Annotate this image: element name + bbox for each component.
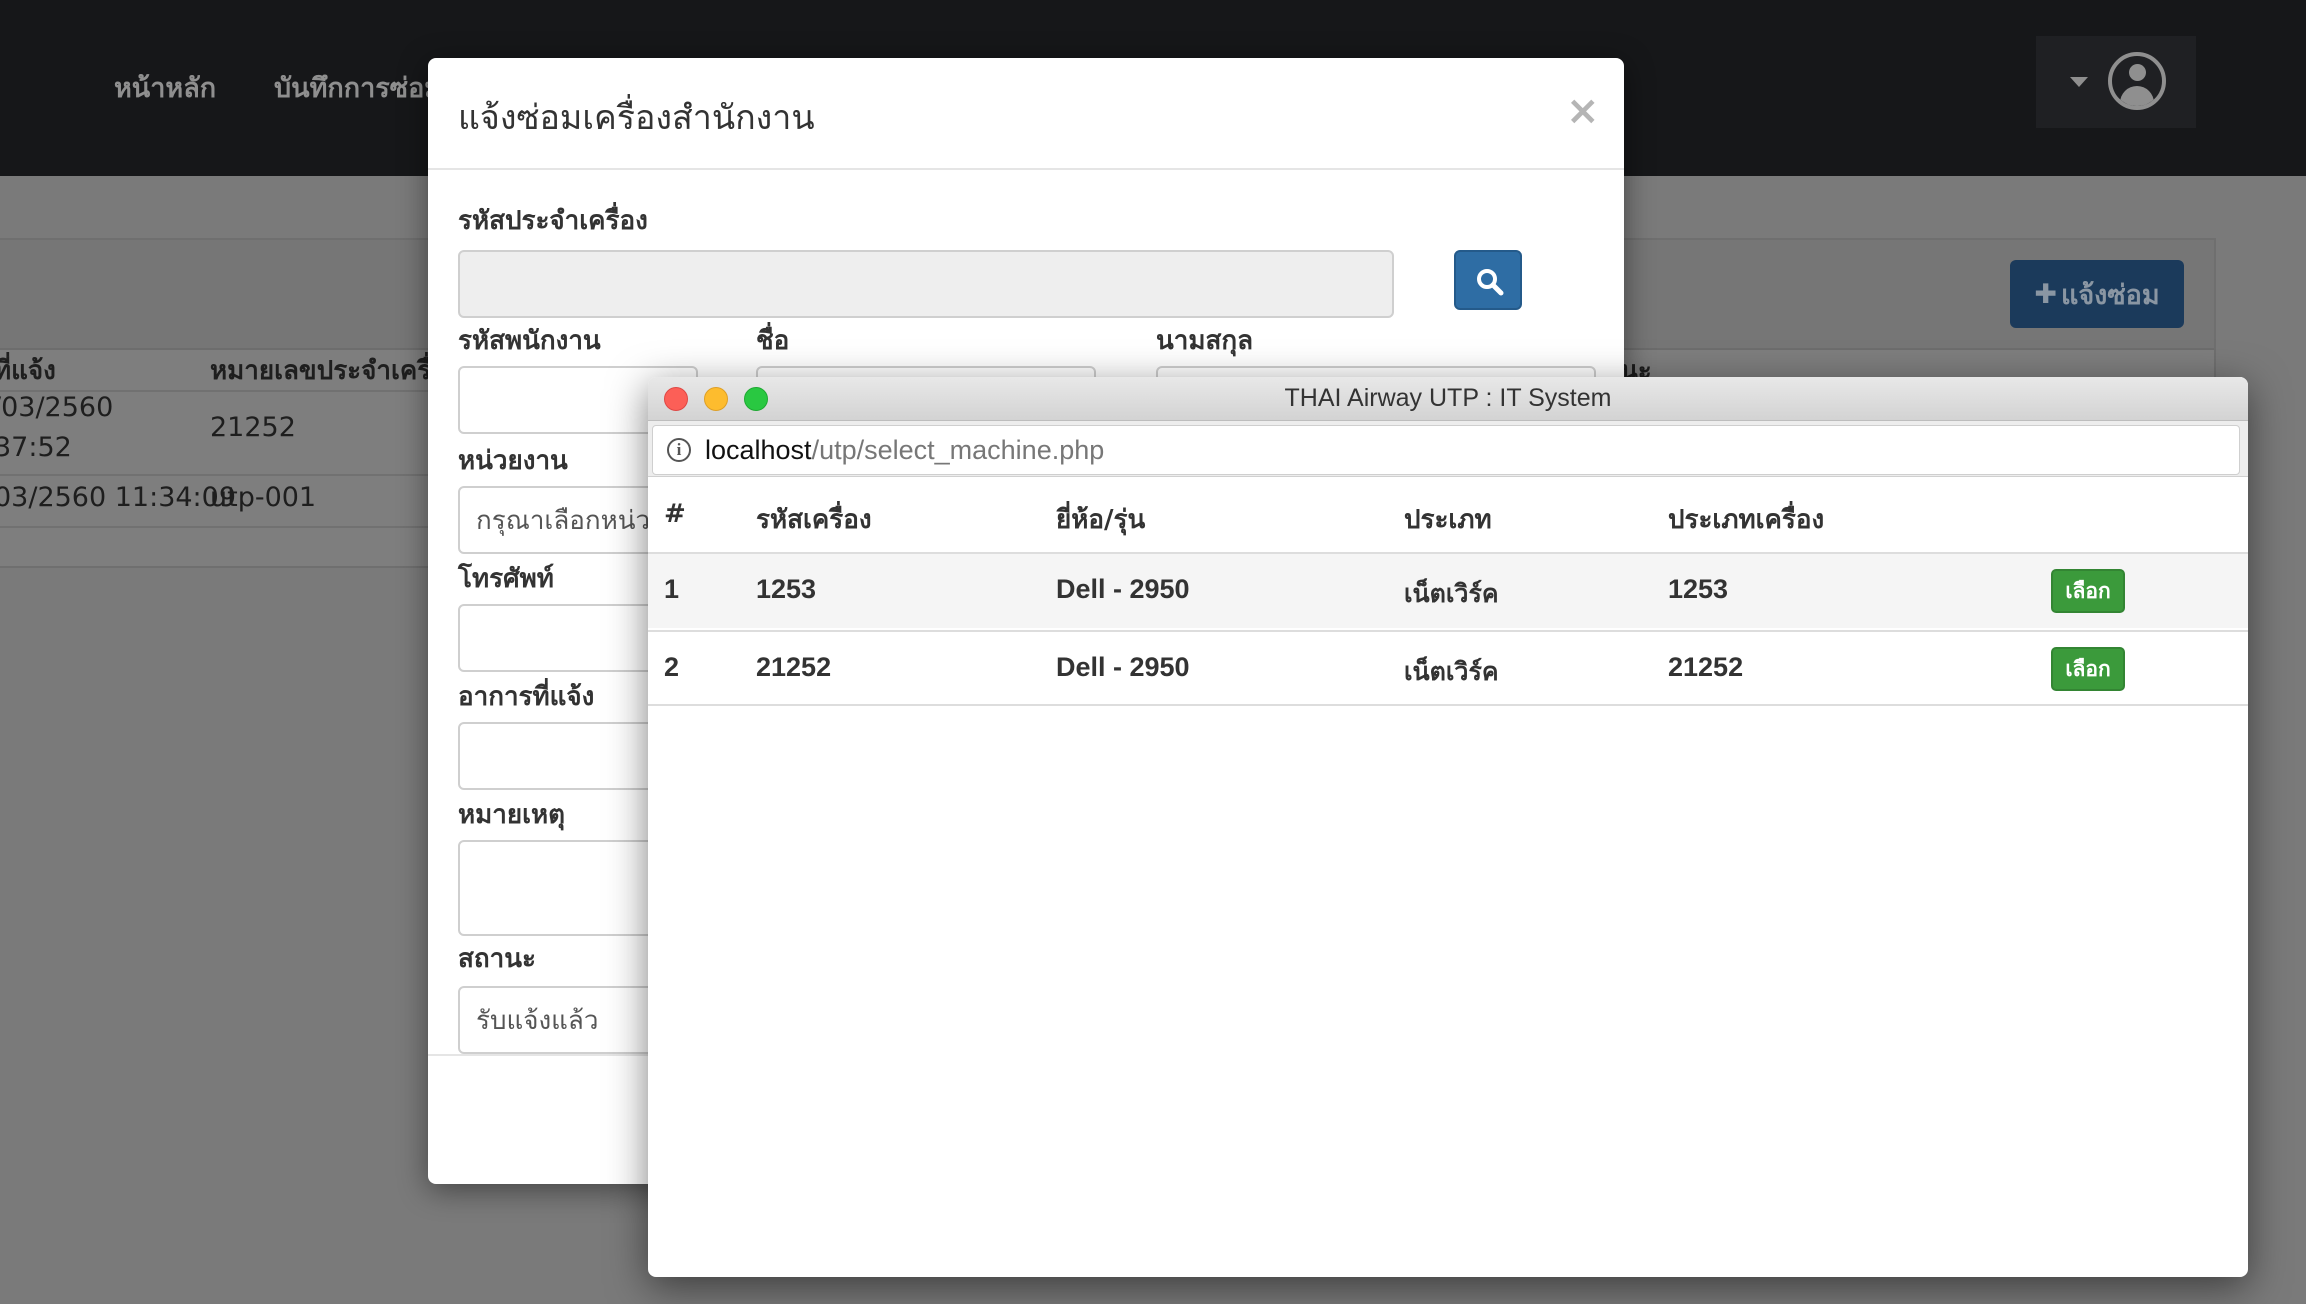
status-value: รับแจ้งแล้ว xyxy=(476,1005,599,1036)
row-number: 1 xyxy=(664,574,680,604)
department-placeholder: กรุณาเลือกหน่ว xyxy=(476,505,651,536)
url-text: localhost/utp/select_machine.php xyxy=(705,435,1104,466)
user-menu[interactable] xyxy=(2036,36,2196,128)
row-2-machine: utp-001 xyxy=(210,482,317,513)
column-header-machine-type: ประเภทเครื่อง xyxy=(1668,505,1825,535)
modal-title: แจ้งซ่อมเครื่องสำนักงาน xyxy=(458,98,815,138)
machine-code-label: รหัสประจำเครื่อง xyxy=(458,206,648,236)
window-titlebar: THAI Airway UTP : IT System xyxy=(648,377,2248,421)
window-title: THAI Airway UTP : IT System xyxy=(1284,384,1612,412)
modal-header: แจ้งซ่อมเครื่องสำนักงาน × xyxy=(428,58,1624,170)
select-button[interactable]: เลือก xyxy=(2051,647,2125,691)
table-row: 2 21252 Dell - 2950 เน็ตเวิร์ค 21252 เลื… xyxy=(648,630,2248,706)
remark-label: หมายเหตุ xyxy=(458,800,566,830)
machine-type: 1253 xyxy=(1668,574,1729,604)
add-repair-label: แจ้งซ่อม xyxy=(2060,279,2160,311)
last-name-label: นามสกุล xyxy=(1156,326,1254,356)
department-label: หน่วยงาน xyxy=(458,446,568,476)
column-header-machine-number: หมายเลขประจำเครื่ xyxy=(210,356,432,386)
table-row: 1 1253 Dell - 2950 เน็ตเวิร์ค 1253 เลือก xyxy=(648,552,2248,628)
row-1-machine: 21252 xyxy=(210,412,296,443)
brand-model: Dell - 2950 xyxy=(1056,652,1190,682)
select-machine-popup-window: THAI Airway UTP : IT System i localhost/… xyxy=(648,377,2248,1277)
employee-code-label: รหัสพนักงาน xyxy=(458,326,601,356)
plus-icon: ✚ xyxy=(2034,278,2057,310)
user-avatar-icon xyxy=(2108,52,2166,110)
brand-model: Dell - 2950 xyxy=(1056,574,1190,604)
first-name-label: ชื่อ xyxy=(756,326,790,356)
url-field[interactable]: i localhost/utp/select_machine.php xyxy=(652,425,2240,475)
symptom-label: อาการที่แจ้ง xyxy=(458,682,595,712)
machine-category: เน็ตเวิร์ค xyxy=(1404,579,1499,608)
row-number: 2 xyxy=(664,652,680,682)
nav-link-repair-records[interactable]: บันทึกการซ่อม xyxy=(274,66,442,109)
url-path: /utp/select_machine.php xyxy=(811,435,1105,465)
machine-category: เน็ตเวิร์ค xyxy=(1404,657,1499,686)
status-label: สถานะ xyxy=(458,944,536,974)
select-button[interactable]: เลือก xyxy=(2051,569,2125,613)
info-icon[interactable]: i xyxy=(667,438,691,462)
column-header-number: # xyxy=(664,499,686,529)
machine-type: 21252 xyxy=(1668,652,1744,682)
machine-code: 1253 xyxy=(756,574,817,604)
machine-code: 21252 xyxy=(756,652,832,682)
search-icon xyxy=(1477,269,1504,296)
address-bar: i localhost/utp/select_machine.php xyxy=(648,421,2248,477)
column-header-brand-model: ยี่ห้อ/รุ่น xyxy=(1056,505,1146,535)
row-1-date: /03/2560 xyxy=(0,392,114,423)
url-host: localhost xyxy=(705,435,812,465)
machine-code-input[interactable] xyxy=(458,250,1394,318)
column-header-type: ประเภท xyxy=(1404,505,1492,535)
column-header-date: ที่แจ้ง xyxy=(0,356,56,386)
caret-down-icon xyxy=(2070,77,2088,87)
phone-label: โทรศัพท์ xyxy=(458,564,554,594)
nav-link-home[interactable]: หน้าหลัก xyxy=(114,66,216,109)
close-icon[interactable]: × xyxy=(1566,88,1600,134)
column-header-machine-code: รหัสเครื่อง xyxy=(756,505,872,535)
row-2-date: 03/2560 11:34:09 xyxy=(0,482,237,513)
row-1-time: 37:52 xyxy=(0,432,72,463)
add-repair-button[interactable]: ✚ แจ้งซ่อม xyxy=(2010,260,2184,328)
search-machine-button[interactable] xyxy=(1454,250,1522,310)
